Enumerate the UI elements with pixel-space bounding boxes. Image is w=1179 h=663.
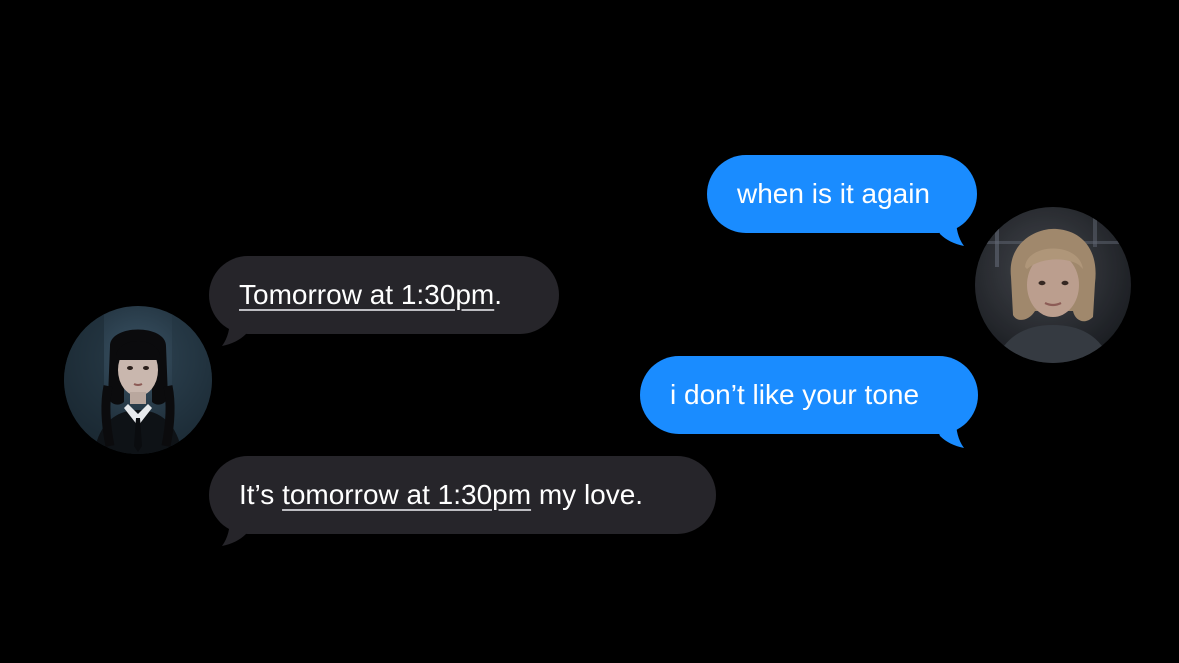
- my-avatar[interactable]: [975, 207, 1131, 363]
- incoming-message-bubble[interactable]: Tomorrow at 1:30pm.: [209, 256, 559, 334]
- date-link[interactable]: tomorrow at 1:30pm: [282, 479, 531, 510]
- incoming-bubble-tail: [222, 318, 252, 346]
- chat-screen: when is it again Tomorrow at 1:30pm. i d…: [0, 0, 1179, 663]
- contact-avatar[interactable]: [64, 306, 212, 454]
- outgoing-message-bubble[interactable]: i don’t like your tone: [640, 356, 978, 434]
- message-text: It’s: [239, 479, 283, 510]
- avatar-portrait-blonde-icon: [975, 207, 1131, 363]
- message-text: i don’t like your tone: [670, 379, 920, 410]
- message-text: my love.: [531, 479, 644, 510]
- incoming-bubble-tail: [222, 518, 252, 546]
- message-text: .: [494, 279, 502, 310]
- outgoing-bubble-tail: [934, 420, 964, 448]
- message-text: when is it again: [737, 178, 931, 209]
- avatar-portrait-dark-braids-icon: [64, 306, 212, 454]
- date-link[interactable]: Tomorrow at 1:30pm: [239, 279, 494, 310]
- outgoing-bubble-tail: [934, 218, 964, 246]
- incoming-message-bubble[interactable]: It’s tomorrow at 1:30pm my love.: [209, 456, 716, 534]
